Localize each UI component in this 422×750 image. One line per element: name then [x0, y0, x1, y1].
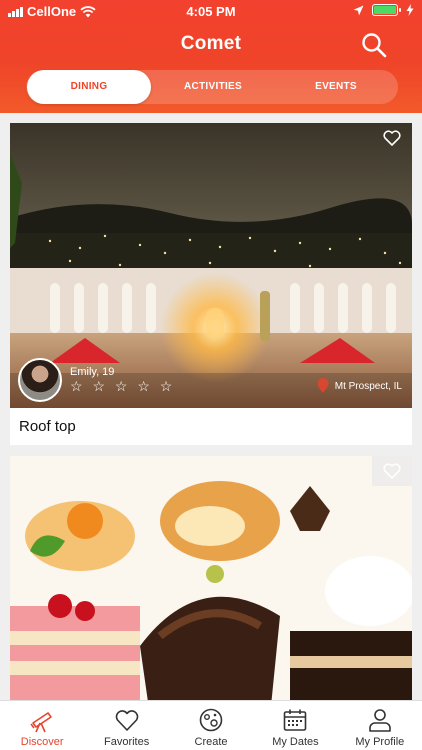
tabbar-label: My Dates	[272, 736, 319, 748]
app-header: CellOne 4:05 PM Comet DINING ACTIVITIES …	[0, 0, 422, 113]
host-details: Emily, 19 ☆ ☆ ☆ ☆ ☆	[70, 366, 175, 394]
venue-photo[interactable]: Emily, 19 ☆ ☆ ☆ ☆ ☆ Mt Prospect, IL	[10, 123, 412, 408]
host-info[interactable]: Emily, 19 ☆ ☆ ☆ ☆ ☆	[18, 358, 175, 402]
planet-icon	[199, 708, 223, 732]
venue-card[interactable]	[10, 456, 412, 700]
avatar[interactable]	[18, 358, 62, 402]
tabbar-discover[interactable]: Discover	[0, 701, 84, 750]
tabbar-label: My Profile	[355, 736, 405, 748]
heart-outline-icon	[383, 463, 401, 479]
telescope-icon	[30, 712, 53, 733]
battery-icon	[372, 4, 401, 16]
rating-stars: ☆ ☆ ☆ ☆ ☆	[70, 378, 176, 394]
host-name: Emily, 19	[70, 366, 115, 378]
tabbar-favorites[interactable]: Favorites	[84, 701, 168, 750]
bottom-tab-bar: Discover Favorites Create My Dates My Pr…	[0, 700, 422, 750]
heart-icon	[115, 710, 138, 731]
tab-dining[interactable]: DINING	[27, 70, 151, 104]
map-pin-icon	[317, 378, 329, 393]
tabbar-label: Favorites	[103, 736, 150, 748]
calendar-icon	[284, 709, 307, 731]
category-tabs: DINING ACTIVITIES EVENTS	[26, 70, 398, 104]
tabbar-my-dates[interactable]: My Dates	[253, 701, 337, 750]
tabbar-label: Discover	[20, 736, 64, 748]
charging-icon	[406, 4, 414, 16]
page-title: Comet	[180, 33, 242, 54]
heart-outline-icon	[383, 130, 401, 146]
favorite-button[interactable]	[372, 456, 412, 486]
tab-activities[interactable]: ACTIVITIES	[151, 70, 275, 104]
search-icon[interactable]	[360, 31, 388, 59]
person-icon	[369, 709, 391, 732]
tab-events[interactable]: EVENTS	[275, 70, 397, 104]
location: Mt Prospect, IL	[316, 378, 402, 394]
location-arrow-icon	[353, 5, 364, 15]
venue-card[interactable]: Emily, 19 ☆ ☆ ☆ ☆ ☆ Mt Prospect, IL Roof…	[10, 123, 412, 445]
venue-title[interactable]: Roof top	[10, 408, 412, 445]
feed: Emily, 19 ☆ ☆ ☆ ☆ ☆ Mt Prospect, IL Roof…	[0, 113, 422, 700]
venue-photo[interactable]	[10, 456, 412, 700]
desserts-image	[10, 456, 412, 700]
tabbar-my-profile[interactable]: My Profile	[338, 701, 422, 750]
tabbar-label: Create	[194, 736, 228, 748]
favorite-button[interactable]	[372, 123, 412, 153]
tabbar-create[interactable]: Create	[169, 701, 253, 750]
location-text: Mt Prospect, IL	[334, 380, 402, 392]
status-bar: CellOne 4:05 PM	[0, 0, 422, 22]
status-right	[353, 4, 414, 16]
